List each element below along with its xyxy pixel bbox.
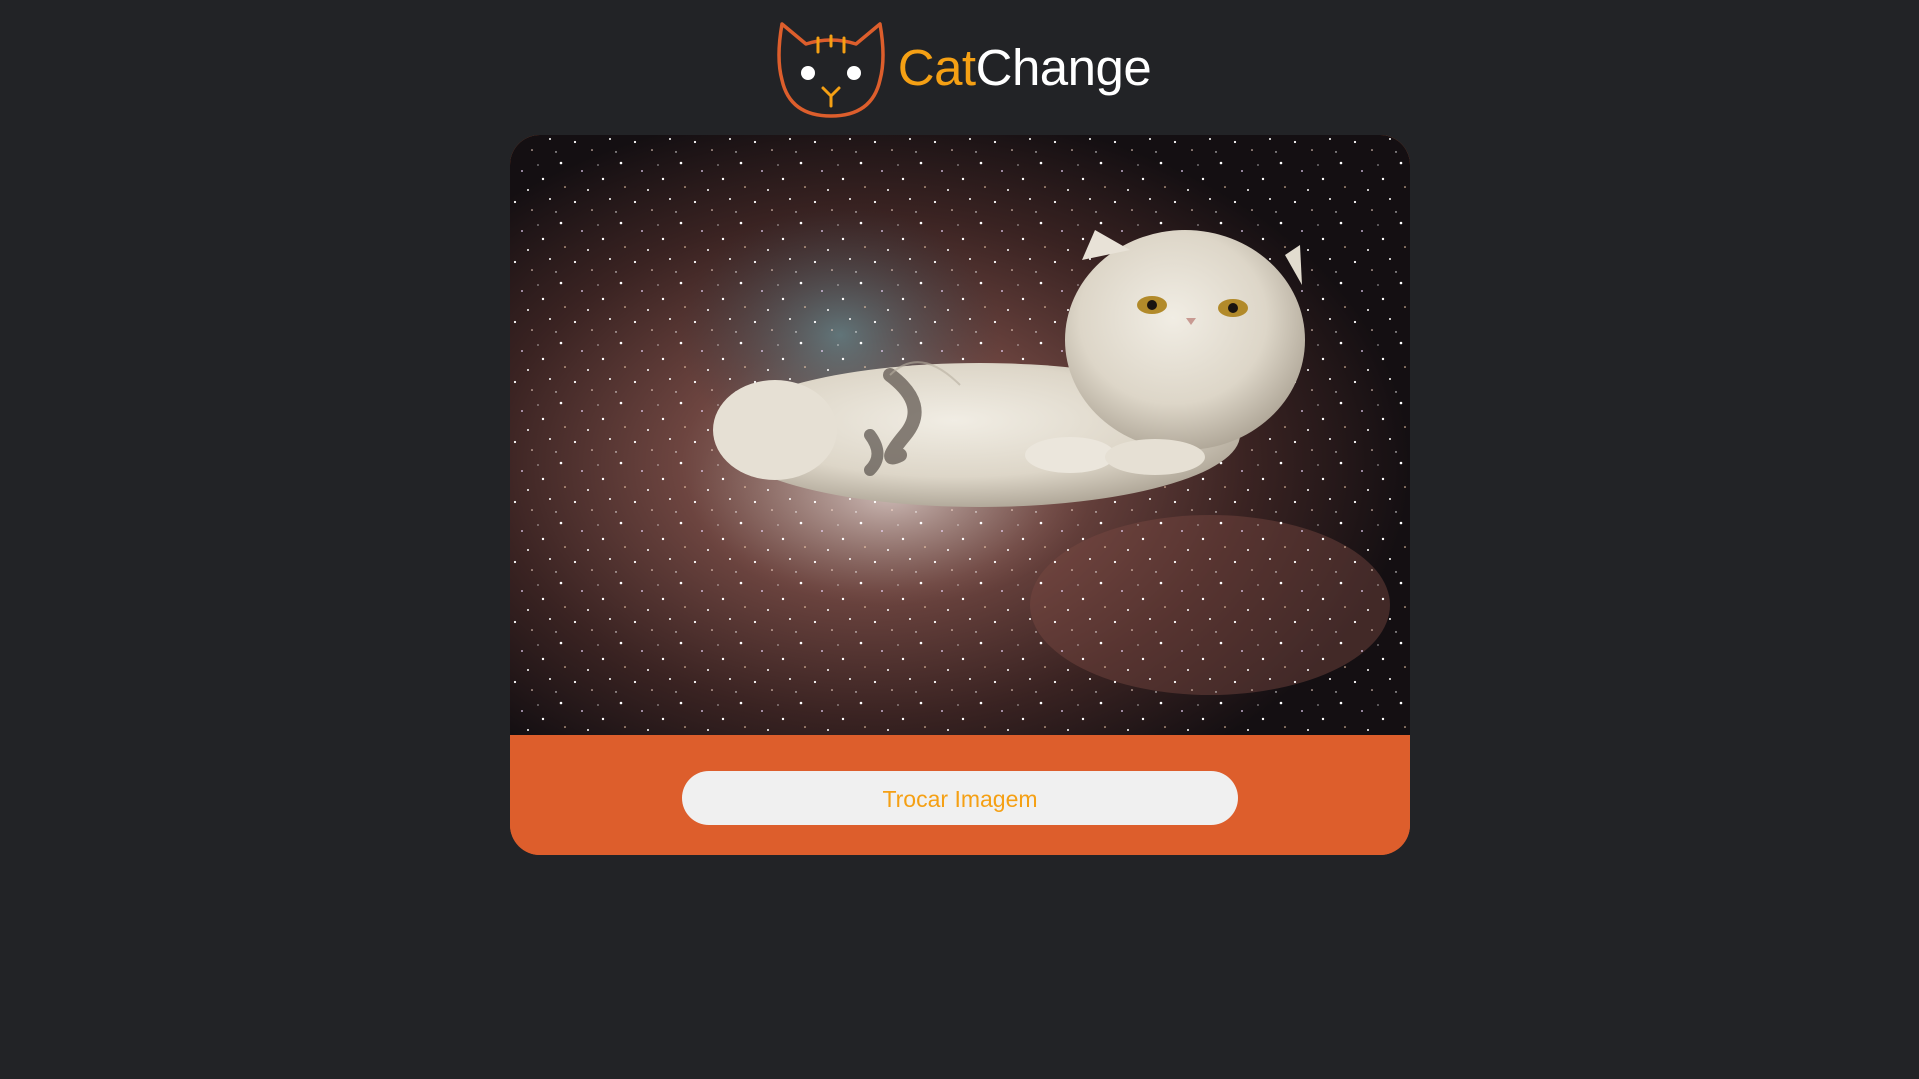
brand-title-cat: Cat (897, 38, 976, 96)
app-header: CatChange (0, 0, 1919, 134)
cat-card: Trocar Imagem (510, 135, 1410, 855)
action-bar: Trocar Imagem (510, 735, 1410, 855)
brand-title-change: Change (975, 38, 1152, 96)
cat-image (510, 135, 1410, 735)
cat-face-icon (776, 18, 886, 120)
brand-block: CatChange (776, 18, 1152, 120)
brand-title: CatChange (898, 42, 1152, 93)
change-image-button[interactable]: Trocar Imagem (682, 771, 1238, 825)
